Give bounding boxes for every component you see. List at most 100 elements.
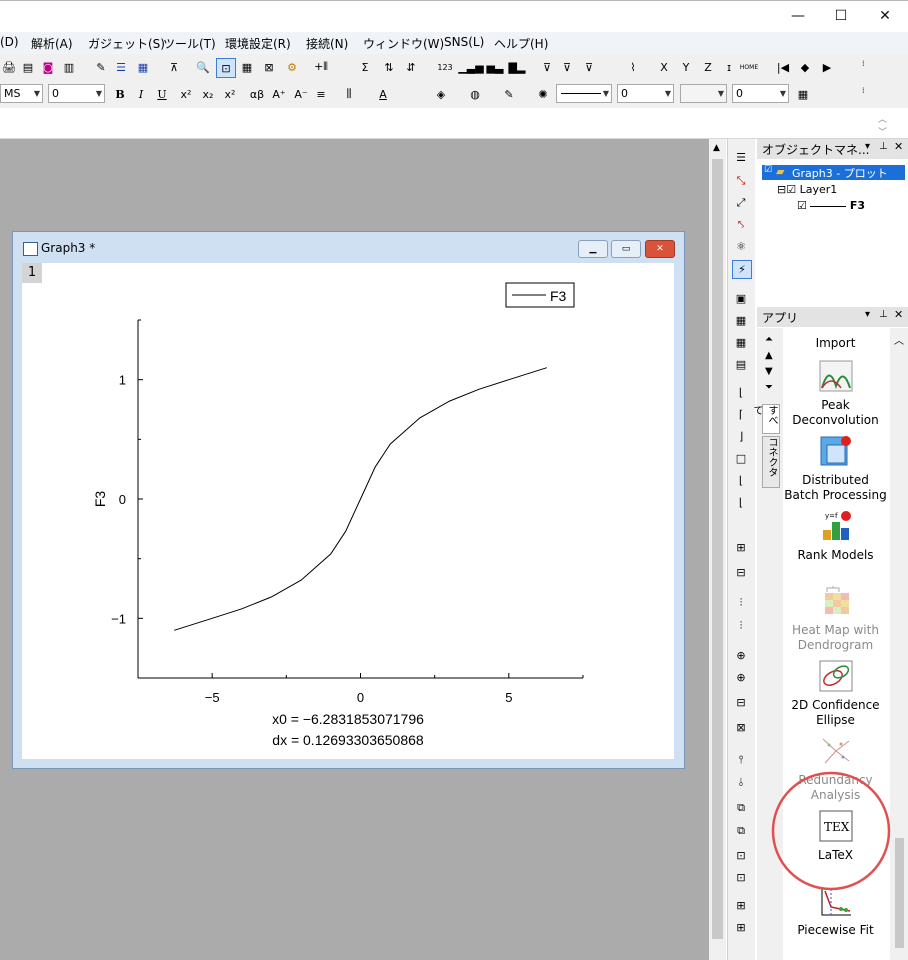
minimize-button[interactable]: — bbox=[775, 1, 821, 31]
code-builder-icon[interactable]: ⊠ bbox=[260, 58, 278, 76]
line-width-select[interactable]: 0 ▼ bbox=[617, 84, 674, 103]
search-icon[interactable]: 🔍 bbox=[194, 58, 212, 76]
back-icon[interactable]: ⫰ bbox=[732, 774, 750, 791]
app-rank-models[interactable]: y=f Rank Models bbox=[783, 510, 888, 563]
menu-item-data[interactable]: (D) bbox=[0, 35, 19, 49]
graph-restore-button[interactable]: ▭ bbox=[611, 240, 641, 258]
dropdown-icon[interactable]: ▾ bbox=[865, 309, 870, 320]
forward-icon[interactable]: ⧉ bbox=[732, 799, 750, 816]
backward-icon[interactable]: ⧉ bbox=[732, 822, 750, 839]
symbol-icon[interactable]: ✺ bbox=[534, 85, 552, 103]
line-color-icon[interactable]: ✎ bbox=[500, 85, 518, 103]
app-peak-deconvolution[interactable]: Peak Deconvolution bbox=[783, 360, 888, 428]
rotate-icon[interactable]: ⊞ bbox=[732, 919, 750, 936]
rescale-x-icon[interactable]: ⤢ bbox=[732, 194, 750, 211]
tab-all[interactable]: すべて bbox=[751, 404, 780, 434]
scroll-up-icon[interactable]: ▲ bbox=[765, 350, 773, 361]
filter-icon[interactable]: ⊽ bbox=[538, 58, 556, 76]
clear-filter-icon[interactable]: ⊽ bbox=[558, 58, 576, 76]
menu-item-gadget[interactable]: ガジェット(S) bbox=[88, 35, 165, 52]
app-import[interactable]: Import bbox=[783, 328, 888, 351]
align-middle-icon[interactable]: ⊟ bbox=[732, 564, 750, 581]
bold-button[interactable]: B bbox=[111, 85, 129, 103]
home-icon[interactable]: HOME bbox=[740, 58, 758, 76]
filter-options-icon[interactable]: ⊽ bbox=[580, 58, 598, 76]
menu-item-connectivity[interactable]: 接続(N) bbox=[306, 35, 348, 52]
decrease-font-icon[interactable]: A⁻ bbox=[292, 85, 310, 103]
rescale-y-icon[interactable]: ⤣ bbox=[732, 216, 750, 233]
scroll-down-icon[interactable]: ▼ bbox=[765, 366, 773, 377]
ungroup-icon[interactable]: ⊠ bbox=[732, 719, 750, 736]
reader-icon[interactable]: ⚛ bbox=[732, 238, 750, 255]
subscript-icon[interactable]: x₂ bbox=[199, 85, 217, 103]
symbol-size-select[interactable]: 0 ▼ bbox=[732, 84, 789, 103]
scroll-top-icon[interactable]: ⏶ bbox=[765, 334, 773, 345]
pin-icon[interactable]: ⊥ bbox=[879, 141, 888, 152]
fill-color-icon[interactable]: ◈ bbox=[432, 85, 450, 103]
sum-icon[interactable]: Σ bbox=[356, 58, 374, 76]
toolbar-overflow-icon[interactable]: ⁞ bbox=[862, 59, 868, 75]
menu-item-preferences[interactable]: 環境設定(R) bbox=[225, 35, 291, 52]
x-axis-icon[interactable]: X bbox=[655, 58, 673, 76]
same-height-icon[interactable]: ⊕ bbox=[732, 669, 750, 686]
pattern-icon[interactable]: ◍ bbox=[466, 85, 484, 103]
font-color-icon[interactable]: A bbox=[374, 85, 392, 103]
pattern-select[interactable]: ▼ bbox=[680, 84, 727, 103]
graph-window[interactable]: Graph3 * ▁ ▭ ✕ 1 −5 0 5 1 0 −1 F3 F3 x0 = −6… bbox=[12, 231, 685, 769]
column-chart-icon[interactable]: ▅▃ bbox=[486, 58, 504, 76]
merge-icon[interactable]: ▦ bbox=[732, 312, 750, 329]
maximize-button[interactable]: ☐ bbox=[818, 1, 864, 31]
grid-icon[interactable]: ▦ bbox=[794, 85, 812, 103]
dropdown-icon[interactable]: ▾ bbox=[865, 141, 870, 152]
error-bar-icon[interactable]: ɪ bbox=[720, 58, 738, 76]
bar-chart-icon[interactable]: ▁▃▅ bbox=[458, 58, 483, 76]
menu-item-analysis[interactable]: 解析(A) bbox=[31, 35, 73, 52]
project-explorer-icon[interactable]: ⊼ bbox=[165, 58, 183, 76]
same-width-icon[interactable]: ⊕ bbox=[732, 647, 750, 664]
line-style-select[interactable]: ▼ bbox=[556, 84, 612, 103]
tab-connectors[interactable]: コネクタ bbox=[762, 436, 780, 488]
layout-icon[interactable]: ▣ bbox=[732, 290, 750, 307]
scroll-down-icon[interactable]: ﹀ bbox=[878, 125, 887, 138]
export-icon[interactable]: ▤ bbox=[19, 58, 37, 76]
underline-button[interactable]: U bbox=[153, 85, 171, 103]
add-column-icon[interactable]: +⫴ bbox=[312, 58, 330, 76]
film-icon[interactable]: ▥ bbox=[60, 58, 78, 76]
app-distributed-batch-processing[interactable]: Distributed Batch Processing bbox=[783, 435, 888, 503]
distribute-icon[interactable]: ⫶ bbox=[732, 617, 750, 634]
workspace-scrollbar[interactable]: ▲ bbox=[709, 139, 726, 960]
sort-icon[interactable]: ⇅ bbox=[380, 58, 398, 76]
print-icon[interactable]: 🖨 bbox=[0, 58, 18, 76]
gear-icon[interactable]: ⚙ bbox=[283, 58, 301, 76]
axis-left-icon[interactable]: ⌋ bbox=[732, 428, 750, 445]
zoom-icon[interactable]: ⊡ bbox=[216, 58, 236, 78]
supersubscript-icon[interactable]: x² bbox=[221, 85, 239, 103]
panel-close-icon[interactable]: ✕ bbox=[894, 308, 903, 321]
close-button[interactable]: ✕ bbox=[862, 1, 908, 31]
extract-icon[interactable]: ▤ bbox=[732, 356, 750, 373]
command-window-icon[interactable]: ▦ bbox=[134, 58, 152, 76]
greek-button[interactable]: αβ bbox=[245, 85, 269, 103]
axis-color-icon[interactable]: ⌊ bbox=[732, 494, 750, 511]
tree-node-graph[interactable]: ☑ ▰ Graph3 - プロット bbox=[762, 165, 905, 180]
graph-close-button[interactable]: ✕ bbox=[645, 240, 675, 258]
z-axis-icon[interactable]: Z bbox=[699, 58, 717, 76]
tree-node-plot[interactable]: ☑ F3 bbox=[797, 199, 865, 212]
results-log-icon[interactable]: ☰ bbox=[112, 58, 130, 76]
app-2d-confidence-ellipse[interactable]: 2D Confidence Ellipse bbox=[783, 660, 888, 728]
menu-item-sns[interactable]: SNS(L) bbox=[444, 35, 484, 49]
align-icon[interactable]: ≡ bbox=[312, 85, 330, 103]
tree-node-layer[interactable]: ⊟☑ Layer1 bbox=[777, 183, 837, 196]
arrange-icon[interactable]: ▦ bbox=[732, 334, 750, 351]
next-icon[interactable]: ▶ bbox=[818, 58, 836, 76]
axis-box-icon[interactable]: ⌈ bbox=[732, 406, 750, 423]
y-axis-icon[interactable]: Y bbox=[677, 58, 695, 76]
resize-icon[interactable]: ⊞ bbox=[732, 897, 750, 914]
scroll-up-arrow-icon[interactable]: ▲ bbox=[713, 143, 720, 153]
rescale-xy-icon[interactable]: ⤡ bbox=[732, 172, 750, 189]
italic-button[interactable]: I bbox=[132, 85, 150, 103]
toolbar-overflow-icon-2[interactable]: ⁞ bbox=[862, 86, 868, 102]
group-icon[interactable]: ⊟ bbox=[732, 694, 750, 711]
histogram-icon[interactable]: ▇▂ bbox=[508, 58, 526, 76]
record-icon[interactable]: ◙ bbox=[39, 58, 57, 76]
